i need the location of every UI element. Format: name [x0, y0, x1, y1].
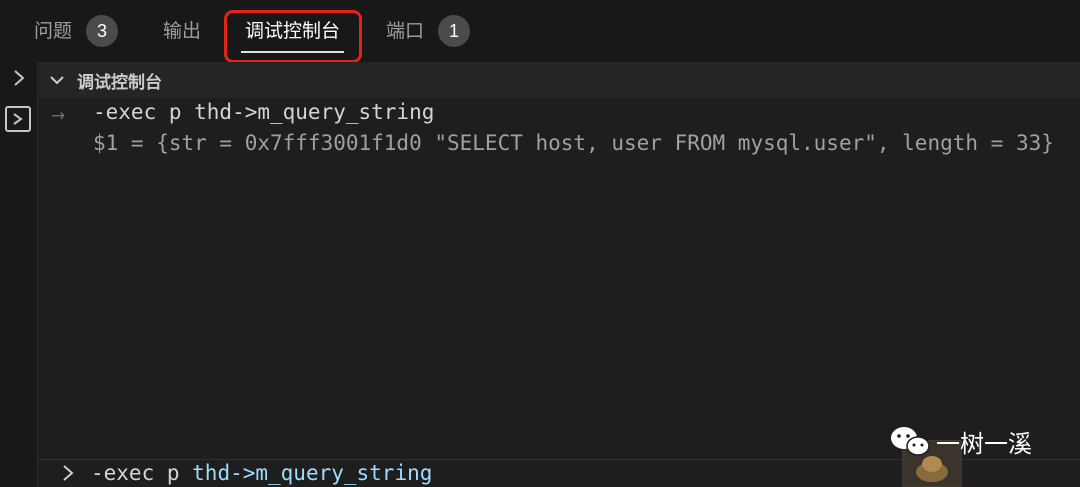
tab-output[interactable]: 输出 [163, 0, 201, 62]
watermark-text: 一树一溪 [936, 430, 1032, 458]
input-echo-arrow-icon: → [51, 106, 66, 126]
chevron-down-icon[interactable] [47, 70, 67, 90]
prompt-chevron-icon [63, 465, 74, 481]
console-input-text[interactable]: -exec p thd->m_query_string [91, 461, 432, 485]
console-output: → -exec p thd->m_query_string $1 = {str … [39, 98, 1080, 460]
tab-problems[interactable]: 问题 3 [34, 0, 119, 62]
tab-debug-console-label: 调试控制台 [245, 19, 341, 42]
console-result-line: $1 = {str = 0x7fff3001f1d0 "SELECT host,… [93, 131, 1054, 155]
chevron-right-icon[interactable] [9, 68, 29, 88]
debug-console-section-header[interactable]: 调试控制台 [39, 62, 1080, 98]
active-tab-indicator [241, 51, 344, 53]
console-command-line: -exec p thd->m_query_string [93, 100, 435, 124]
input-prefix: -exec p [91, 461, 193, 485]
panel-tab-bar: 问题 3 输出 调试控制台 端口 1 [0, 0, 1080, 63]
input-highlight: thd->m_query_string [192, 461, 433, 485]
tab-output-label: 输出 [163, 19, 202, 42]
tab-ports-label: 端口 [386, 19, 425, 42]
watermark: 一树一溪 [884, 418, 1080, 487]
section-title: 调试控制台 [77, 72, 162, 93]
tab-ports[interactable]: 端口 1 [386, 0, 471, 62]
problems-count-badge: 3 [86, 15, 119, 47]
terminal-icon[interactable] [5, 106, 31, 132]
wechat-icon [891, 427, 930, 456]
left-gutter [0, 62, 38, 487]
tab-problems-label: 问题 [34, 19, 73, 42]
ports-count-badge: 1 [438, 15, 471, 47]
